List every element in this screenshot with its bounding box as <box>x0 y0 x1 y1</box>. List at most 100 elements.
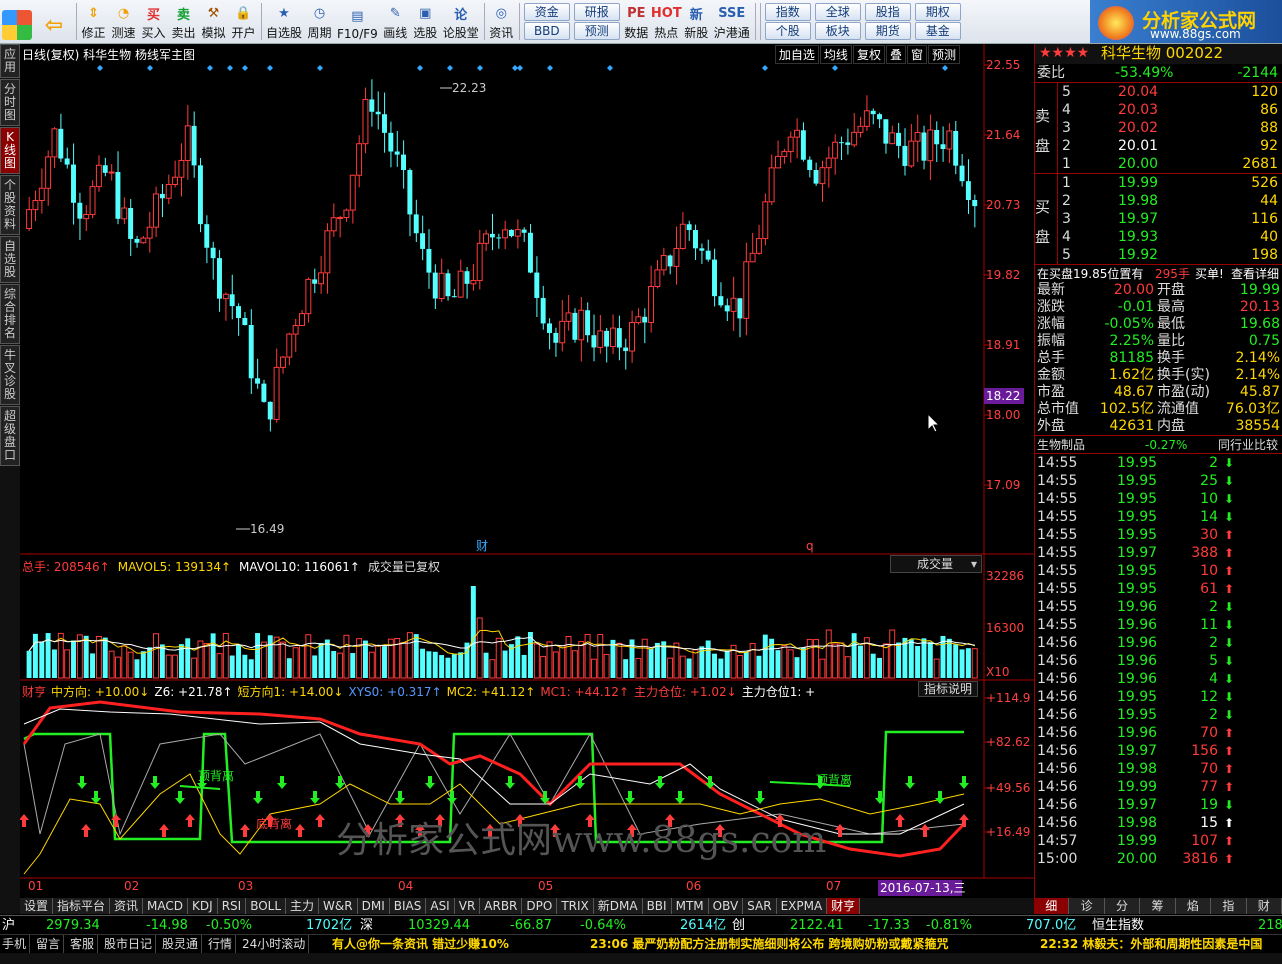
toolbar-back-arrow-button[interactable]: ⇦ <box>35 0 74 43</box>
indicator-tab[interactable]: MTM <box>671 898 709 914</box>
toolbar-star-doc-button[interactable]: ★ 自选股 <box>264 0 305 43</box>
book-level[interactable]: 3 20.02 88 <box>1057 119 1282 137</box>
book-level[interactable]: 5 19.92 198 <box>1057 246 1282 264</box>
sidebar-tab[interactable]: 超级盘口 <box>0 406 20 466</box>
book-level[interactable]: 4 20.03 86 <box>1057 101 1282 119</box>
chart-canvas[interactable]: 22.55 21.64 20.73 19.82 18.91 18.00 17.09 18.22… <box>20 44 1034 898</box>
toolbar-new-stock-button[interactable]: 新新股 <box>682 0 712 43</box>
toolbar-f10-button[interactable]: ▤ F10/F9 <box>335 0 381 43</box>
book-level[interactable]: 2 19.98 44 <box>1057 192 1282 210</box>
book-level[interactable]: 1 20.00 2681 <box>1057 155 1282 173</box>
book-level[interactable]: 1 19.99 526 <box>1057 174 1282 192</box>
sidebar-tab[interactable]: 分时图 <box>0 79 20 126</box>
indicator-tab[interactable]: OBV <box>708 898 744 914</box>
quote-panel-tab[interactable]: 细 <box>1034 898 1070 914</box>
status-link[interactable]: 客服 <box>70 935 99 954</box>
sidebar-tab[interactable]: 牛叉诊股 <box>0 345 20 405</box>
toolbar-small-button[interactable]: 基金 <box>914 22 961 41</box>
toolbar-arrow-up-down-button[interactable]: ⇕ 修正 <box>79 0 109 43</box>
order-notice[interactable]: 在买盘19.85位置有 295手 买单! 查看详细 <box>1035 264 1282 282</box>
news-ticker[interactable]: 23:06 最严奶粉配方注册制实施细则将公布 跨境购奶粉或戴紧箍咒 <box>590 935 949 954</box>
sidebar-tab[interactable]: K线图 <box>0 127 20 174</box>
industry-compare-button[interactable]: 同行业比较 <box>1218 436 1278 454</box>
toolbar-info-button[interactable]: ◎ 资讯 <box>487 0 517 43</box>
toolbar-small-button[interactable]: 研报 <box>573 2 620 21</box>
indicator-tab[interactable]: ARBR <box>480 898 523 914</box>
toolbar-speed-button[interactable]: ◔ 测速 <box>109 0 139 43</box>
indicator-tab[interactable]: 新DMA <box>593 898 643 914</box>
status-link[interactable]: 留言 <box>36 935 65 954</box>
toolbar-pen-button[interactable]: ✎ 画线 <box>381 0 411 43</box>
toolbar-lock-button[interactable]: 🔒 开户 <box>229 0 259 43</box>
indicator-tab[interactable]: VR <box>454 898 481 914</box>
indicator-tab[interactable]: SAR <box>743 898 777 914</box>
status-link[interactable]: 股市日记 <box>104 935 157 954</box>
toolbar-hk-connect-button[interactable]: SSE 沪港通 <box>712 0 753 43</box>
news-ticker[interactable]: 有人@你一条资讯 错过少赚10% <box>332 935 509 954</box>
indicator-tab[interactable]: RSI <box>217 898 247 914</box>
indicator-tab[interactable]: BIAS <box>389 898 427 914</box>
indicator-tab[interactable]: ASI <box>426 898 455 914</box>
toolbar-small-button[interactable]: 全球 <box>814 2 861 21</box>
indicator-tab[interactable]: 设置 <box>20 898 54 914</box>
chart-menu-item[interactable]: 叠 <box>885 45 906 64</box>
indicator-tab[interactable]: EXPMA <box>776 898 828 914</box>
indicator-tab[interactable]: DMI <box>357 898 390 914</box>
quote-panel-tab[interactable]: 焰 <box>1175 898 1212 914</box>
quote-panel-tab[interactable]: 指 <box>1211 898 1247 914</box>
status-link[interactable]: 股灵通 <box>162 935 203 954</box>
status-link[interactable]: 手机 <box>2 935 31 954</box>
book-level[interactable]: 2 20.01 92 <box>1057 137 1282 155</box>
indicator-tab[interactable]: KDJ <box>188 898 218 914</box>
toolbar-pe-button[interactable]: PE 数据 <box>622 0 652 43</box>
toolbar-buy-button[interactable]: 买买入 <box>139 0 169 43</box>
toolbar-screen-button[interactable]: ▣ 选股 <box>411 0 441 43</box>
toolbar-hammer-button[interactable]: ⚒ 模拟 <box>199 0 229 43</box>
indicator-tab[interactable]: BOLL <box>246 898 287 914</box>
indicator-tab[interactable]: W&R <box>319 898 358 914</box>
indicator-tab[interactable]: 财亨 <box>827 898 861 914</box>
toolbar-small-button[interactable]: 板块 <box>814 22 861 41</box>
toolbar-small-button[interactable]: 资金 <box>523 2 570 21</box>
toolbar-forum-button[interactable]: 论论股堂 <box>441 0 482 43</box>
toolbar-windows-logo-button[interactable] <box>0 0 35 43</box>
volume-select[interactable]: 成交量 ▾ <box>890 555 982 573</box>
chart-menu-item[interactable]: 加自选 <box>774 45 819 64</box>
status-link[interactable]: 24小时滚动 <box>242 935 310 954</box>
toolbar-small-button[interactable]: 预测 <box>573 22 620 41</box>
sidebar-tab[interactable]: 个股资料 <box>0 175 20 235</box>
toolbar-hot-button[interactable]: HOT 热点 <box>651 0 682 43</box>
indicator-tab[interactable]: TRIX <box>557 898 594 914</box>
chart-menu-item[interactable]: 复权 <box>852 45 885 64</box>
news-ticker[interactable]: 22:32 林毅夫：外部和周期性因素是中国 <box>1040 935 1262 954</box>
indicator-tab[interactable]: MACD <box>143 898 189 914</box>
quote-panel-tab[interactable]: 筹 <box>1140 898 1176 914</box>
indicator-tab[interactable]: BBI <box>642 898 672 914</box>
toolbar-small-button[interactable]: BBD <box>523 22 570 41</box>
sidebar-tab[interactable]: 综合排名 <box>0 284 20 344</box>
indicator-tab[interactable]: 指标平台 <box>53 898 111 914</box>
quote-panel-tab[interactable]: 分 <box>1104 898 1141 914</box>
toolbar-small-button[interactable]: 指数 <box>764 2 811 21</box>
quote-panel-tab[interactable]: 财 <box>1246 898 1282 914</box>
sidebar-tab[interactable]: 自选股 <box>0 236 20 283</box>
sidebar-tab[interactable]: 应用 <box>0 44 20 78</box>
book-level[interactable]: 3 19.97 116 <box>1057 210 1282 228</box>
toolbar-small-button[interactable]: 期货 <box>864 22 911 41</box>
indicator-tab[interactable]: DPO <box>522 898 558 914</box>
chart-menu-item[interactable]: 窗 <box>906 45 927 64</box>
book-level[interactable]: 4 19.93 40 <box>1057 228 1282 246</box>
toolbar-small-button[interactable]: 股指 <box>864 2 911 21</box>
indicator-tab[interactable]: 主力 <box>286 898 320 914</box>
toolbar-small-button[interactable]: 期权 <box>914 2 961 21</box>
toolbar-small-button[interactable]: 个股 <box>764 22 811 41</box>
indicator-explain-button[interactable]: 指标说明 <box>918 681 978 697</box>
chart-menu-item[interactable]: 均线 <box>819 45 852 64</box>
book-level[interactable]: 5 20.04 120 <box>1057 83 1282 101</box>
toolbar-sell-button[interactable]: 卖卖出 <box>169 0 199 43</box>
chart-menu-item[interactable]: 预测 <box>927 45 960 64</box>
indicator-tab[interactable]: 资讯 <box>110 898 144 914</box>
quote-panel-tab[interactable]: 诊 <box>1069 898 1105 914</box>
notice-detail-link[interactable]: 查看详细 <box>1231 265 1279 283</box>
status-link[interactable]: 行情 <box>208 935 237 954</box>
